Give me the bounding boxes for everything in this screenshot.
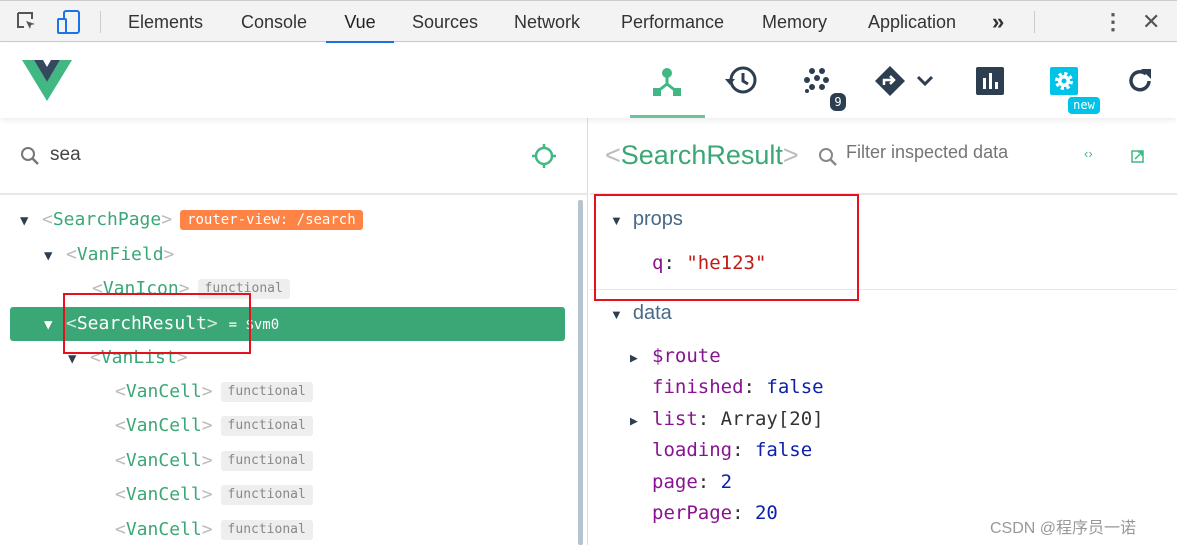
filter-search-icon [819,148,837,166]
tree-row-searchpage[interactable]: ▼ <SearchPage> router-view: /search [20,203,363,237]
router-icon[interactable] [874,65,936,97]
router-view-badge: router-view: /search [180,210,363,230]
tab-performance[interactable]: Performance [621,1,724,43]
inspector-pane: <SearchResult> ‹› ▼props q: "he123" ▼dat… [590,118,1177,545]
kebab-menu-icon[interactable]: ⋮ [1102,1,1124,43]
vue-toolbar: 9 new [0,43,1177,118]
data-row-loading: loading: false [652,439,813,461]
inspect-element-icon[interactable] [16,11,38,33]
tab-application[interactable]: Application [868,1,956,43]
functional-badge: functional [220,485,313,505]
collapse-triangle-icon[interactable]: ▼ [610,307,623,322]
tree-search-bar: sea [0,118,587,195]
tree-row-vancell[interactable]: <VanCell> functional [115,513,313,547]
tree-row-vancell[interactable]: <VanCell> functional [115,409,313,443]
data-section-header[interactable]: ▼ data [610,302,672,325]
inspected-component-title: <SearchResult> [605,140,799,170]
functional-badge: functional [220,416,313,436]
expand-triangle-icon[interactable]: ▶ [630,414,652,429]
annotation-box-selected [63,293,251,354]
vue-logo [22,60,72,101]
expand-triangle-icon[interactable]: ▼ [44,239,66,273]
data-row-perpage: perPage: 20 [652,502,778,524]
new-badge: new [1068,97,1100,114]
expand-triangle-icon[interactable]: ▶ [630,351,652,366]
more-tabs-button[interactable]: » [992,1,1004,43]
history-icon[interactable] [725,65,759,97]
tree-row-vancell[interactable]: <VanCell> functional [115,478,313,512]
tab-vue[interactable]: Vue [326,1,394,43]
performance-chart-icon[interactable] [976,67,1004,95]
functional-badge: functional [220,520,313,540]
components-tree-icon[interactable] [652,67,682,97]
search-icon [21,147,39,165]
tab-memory[interactable]: Memory [762,1,827,43]
select-component-target-icon[interactable] [532,144,556,168]
functional-badge: functional [220,382,313,402]
tree-row-vancell[interactable]: <VanCell> functional [115,375,313,409]
devtools-tab-bar: Elements Console Vue Sources Network Per… [0,0,1177,43]
device-toolbar-icon[interactable] [57,10,81,35]
events-icon[interactable] [804,68,832,96]
functional-badge: functional [220,451,313,471]
watermark: CSDN @程序员一诺 [990,520,1137,537]
refresh-icon[interactable] [1126,67,1154,95]
annotation-box-props [594,194,859,301]
tab-console[interactable]: Console [241,1,307,43]
data-row-page: page: 2 [652,471,733,493]
open-in-editor-icon[interactable] [1131,150,1144,163]
inspect-dom-icon[interactable]: ‹› [1084,146,1093,161]
tab-network[interactable]: Network [514,1,580,43]
close-icon[interactable]: ✕ [1142,1,1160,43]
tree-row-vanfield[interactable]: ▼ <VanField> [44,238,174,272]
tree-scrollbar[interactable] [578,200,583,545]
active-tool-indicator [630,115,705,118]
inspector-header: <SearchResult> ‹› [590,118,1177,195]
tab-elements[interactable]: Elements [128,1,203,43]
settings-gear-icon[interactable] [1050,67,1078,95]
events-count-badge: 9 [830,93,846,111]
tree-search-input[interactable]: sea [50,144,81,166]
data-row-list[interactable]: ▶ list: Array[20] [630,408,824,430]
tab-sources[interactable]: Sources [412,1,478,43]
data-row-finished: finished: false [652,376,824,398]
data-row-route[interactable]: ▶ $route [630,345,721,367]
filter-inspected-data-input[interactable] [846,142,1056,163]
tree-row-vancell[interactable]: <VanCell> functional [115,444,313,478]
expand-triangle-icon[interactable]: ▼ [20,204,42,238]
